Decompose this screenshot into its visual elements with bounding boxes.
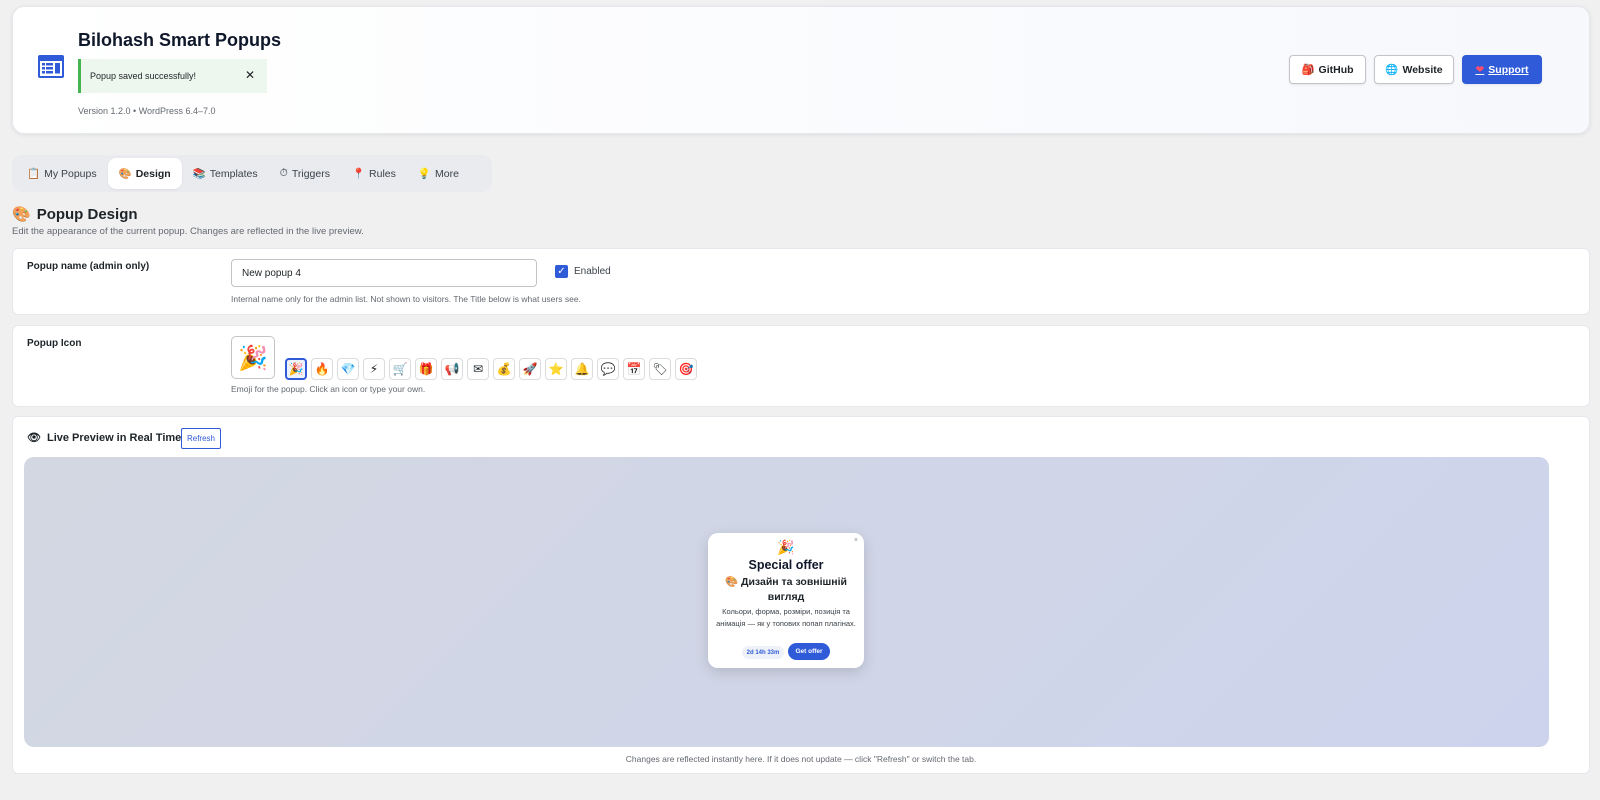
palette-icon: 🎨 bbox=[118, 168, 132, 180]
icon-option-bell[interactable]: 🔔 bbox=[571, 358, 593, 380]
popup-party-icon: 🎉 bbox=[777, 540, 795, 556]
popup-icon-card: Popup Icon 🎉 🎉 🔥 💎 ⚡ 🛒 🎁 📢 ✉ 💰 🚀 ⭐ 🔔 💬 📅… bbox=[12, 325, 1590, 407]
app-title: Bilohash Smart Popups bbox=[78, 30, 282, 50]
popup-text: Кольори, форма, розміри, позиція та анім… bbox=[716, 607, 856, 628]
github-button[interactable]: 🎒 GitHub bbox=[1289, 55, 1366, 84]
page-title: 🎨 Popup Design bbox=[12, 205, 138, 223]
popup-name-card: Popup name (admin only) ✓ Enabled Intern… bbox=[12, 248, 1590, 315]
nav-tabs: 📋 My Popups 🎨 Design 📚 Templates ⏱ Trigg… bbox=[12, 155, 492, 192]
live-preview-title: Live Preview in Real Time bbox=[46, 431, 182, 444]
tab-rules[interactable]: 📍 Rules bbox=[341, 158, 407, 189]
enabled-checkbox[interactable]: ✓ bbox=[555, 265, 568, 278]
pin-icon: 📍 bbox=[351, 168, 366, 180]
icon-option-lightning[interactable]: ⚡ bbox=[363, 358, 385, 380]
eye-icon: 👁 bbox=[27, 431, 41, 444]
popup-icon-label: Popup Icon bbox=[27, 338, 82, 349]
icon-option-megaphone[interactable]: 📢 bbox=[441, 358, 463, 380]
plugin-header: Bilohash Smart Popups Popup saved succes… bbox=[12, 6, 1590, 134]
icon-option-gift[interactable]: 🎁 bbox=[415, 358, 437, 380]
preview-note: Changes are reflected instantly here. If… bbox=[625, 754, 977, 764]
stopwatch-icon: ⏱ bbox=[279, 167, 288, 179]
backpack-icon: 🎒 bbox=[1301, 64, 1315, 76]
icon-option-tag[interactable]: 🏷 bbox=[649, 358, 671, 380]
tab-my-popups[interactable]: 📋 My Popups bbox=[16, 158, 108, 189]
website-button[interactable]: 🌐 Website bbox=[1374, 55, 1454, 84]
books-icon: 📚 bbox=[192, 168, 206, 180]
version-info: Version 1.2.0 • WordPress 6.4–7.0 bbox=[78, 106, 216, 116]
popup-name-input[interactable] bbox=[231, 259, 537, 287]
icon-option-target[interactable]: 🎯 bbox=[675, 358, 697, 380]
popup-cta-button[interactable]: Get offer bbox=[788, 643, 830, 660]
tab-label: Templates bbox=[209, 167, 258, 180]
popup-icon-input[interactable]: 🎉 bbox=[231, 336, 275, 379]
live-preview-heading: 👁 Live Preview in Real Time bbox=[27, 431, 181, 444]
icon-option-gem[interactable]: 💎 bbox=[337, 358, 359, 380]
tab-label: Design bbox=[135, 167, 171, 180]
tab-label: My Popups bbox=[44, 167, 97, 180]
refresh-button[interactable]: Refresh bbox=[181, 428, 221, 449]
palette-icon: 🎨 bbox=[12, 205, 31, 223]
dashboard-layout-icon bbox=[38, 55, 64, 78]
icon-option-calendar[interactable]: 📅 bbox=[623, 358, 645, 380]
notice-text: Popup saved successfully! bbox=[90, 71, 197, 81]
icon-option-cart[interactable]: 🛒 bbox=[389, 358, 411, 380]
icon-picker: 🎉 🔥 💎 ⚡ 🛒 🎁 📢 ✉ 💰 🚀 ⭐ 🔔 💬 📅 🏷 🎯 bbox=[285, 358, 697, 380]
support-button[interactable]: ❤ Support bbox=[1462, 55, 1542, 84]
clipboard-icon: 📋 bbox=[27, 168, 41, 180]
icon-option-rocket[interactable]: 🚀 bbox=[519, 358, 541, 380]
popup-name-label: Popup name (admin only) bbox=[27, 261, 150, 272]
popup-icon-help: Emoji for the popup. Click an icon or ty… bbox=[231, 384, 426, 394]
tab-label: More bbox=[434, 167, 459, 180]
icon-option-envelope[interactable]: ✉ bbox=[467, 358, 489, 380]
enabled-toggle[interactable]: ✓ Enabled bbox=[555, 265, 611, 278]
popup-preview: × 🎉 Special offer 🎨 Дизайн та зовнішній … bbox=[708, 533, 864, 668]
popup-name-help: Internal name only for the admin list. N… bbox=[231, 294, 581, 304]
website-button-label: Website bbox=[1402, 63, 1443, 76]
live-preview-card: 👁 Live Preview in Real Time Refresh × 🎉 … bbox=[12, 416, 1590, 774]
support-button-label: Support bbox=[1488, 63, 1529, 76]
tab-triggers[interactable]: ⏱ Triggers bbox=[269, 158, 341, 189]
page-subtitle: Edit the appearance of the current popup… bbox=[12, 226, 364, 237]
icon-option-star[interactable]: ⭐ bbox=[545, 358, 567, 380]
icon-option-speech[interactable]: 💬 bbox=[597, 358, 619, 380]
heart-icon: ❤ bbox=[1475, 63, 1485, 76]
countdown-timer: 2d 14h 33m bbox=[742, 646, 784, 659]
icon-option-money-bag[interactable]: 💰 bbox=[493, 358, 515, 380]
close-icon[interactable]: ✕ bbox=[245, 68, 255, 82]
preview-stage: × 🎉 Special offer 🎨 Дизайн та зовнішній … bbox=[24, 457, 1549, 747]
tab-label: Rules bbox=[369, 167, 396, 180]
enabled-label: Enabled bbox=[574, 266, 611, 277]
popup-subtitle: 🎨 Дизайн та зовнішній вигляд bbox=[724, 576, 847, 603]
popup-title: Special offer bbox=[748, 558, 824, 572]
page-title-text: Popup Design bbox=[36, 205, 138, 223]
success-notice: Popup saved successfully! ✕ bbox=[78, 59, 267, 93]
globe-icon: 🌐 bbox=[1385, 64, 1399, 76]
github-button-label: GitHub bbox=[1318, 63, 1354, 76]
tab-label: Triggers bbox=[291, 167, 330, 180]
tab-templates[interactable]: 📚 Templates bbox=[182, 158, 269, 189]
tab-design[interactable]: 🎨 Design bbox=[107, 158, 182, 189]
lightbulb-icon: 💡 bbox=[417, 168, 431, 180]
icon-option-fire[interactable]: 🔥 bbox=[311, 358, 333, 380]
icon-option-party[interactable]: 🎉 bbox=[285, 358, 307, 380]
tab-more[interactable]: 💡 More bbox=[407, 158, 470, 189]
